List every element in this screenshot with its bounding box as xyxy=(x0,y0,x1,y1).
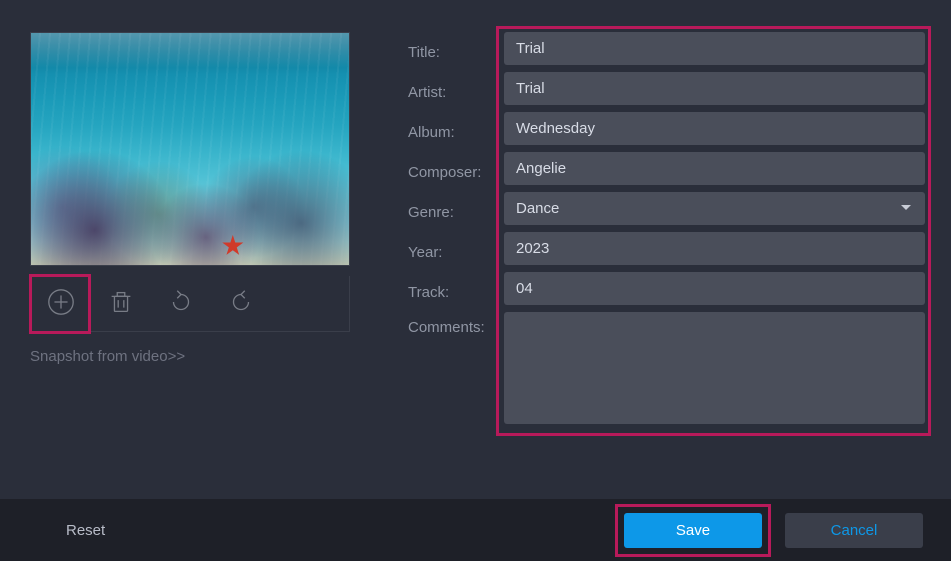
track-input[interactable] xyxy=(504,272,925,305)
reset-button[interactable]: Reset xyxy=(38,514,133,547)
rotate-left-icon xyxy=(166,287,196,321)
title-input[interactable] xyxy=(504,32,925,65)
cover-thumbnail[interactable] xyxy=(30,32,350,266)
plus-circle-icon xyxy=(46,287,76,321)
delete-button[interactable] xyxy=(91,276,151,332)
genre-label: Genre: xyxy=(408,197,504,221)
trash-icon xyxy=(106,287,136,321)
highlight-save-button: Save xyxy=(615,504,771,557)
footer-bar: Reset Save Cancel xyxy=(0,499,951,561)
snapshot-from-video-link[interactable]: Snapshot from video>> xyxy=(30,348,350,365)
album-input[interactable] xyxy=(504,112,925,145)
title-label: Title: xyxy=(408,37,504,61)
rotate-right-button[interactable] xyxy=(211,276,271,332)
thumbnail-toolbar xyxy=(30,276,350,332)
cancel-button[interactable]: Cancel xyxy=(785,513,923,548)
add-button[interactable] xyxy=(31,276,91,332)
left-panel: Snapshot from video>> xyxy=(30,32,350,431)
year-label: Year: xyxy=(408,237,504,261)
year-input[interactable] xyxy=(504,232,925,265)
comments-textarea[interactable] xyxy=(504,312,925,424)
rotate-right-icon xyxy=(226,287,256,321)
save-button[interactable]: Save xyxy=(624,513,762,548)
album-label: Album: xyxy=(408,117,504,141)
comments-label: Comments: xyxy=(408,312,504,336)
rotate-left-button[interactable] xyxy=(151,276,211,332)
metadata-form: Title: Artist: Album: Composer: Genre: Y xyxy=(408,32,925,431)
artist-label: Artist: xyxy=(408,77,504,101)
track-label: Track: xyxy=(408,277,504,301)
composer-label: Composer: xyxy=(408,157,504,181)
artist-input[interactable] xyxy=(504,72,925,105)
composer-input[interactable] xyxy=(504,152,925,185)
genre-select[interactable] xyxy=(504,192,925,225)
